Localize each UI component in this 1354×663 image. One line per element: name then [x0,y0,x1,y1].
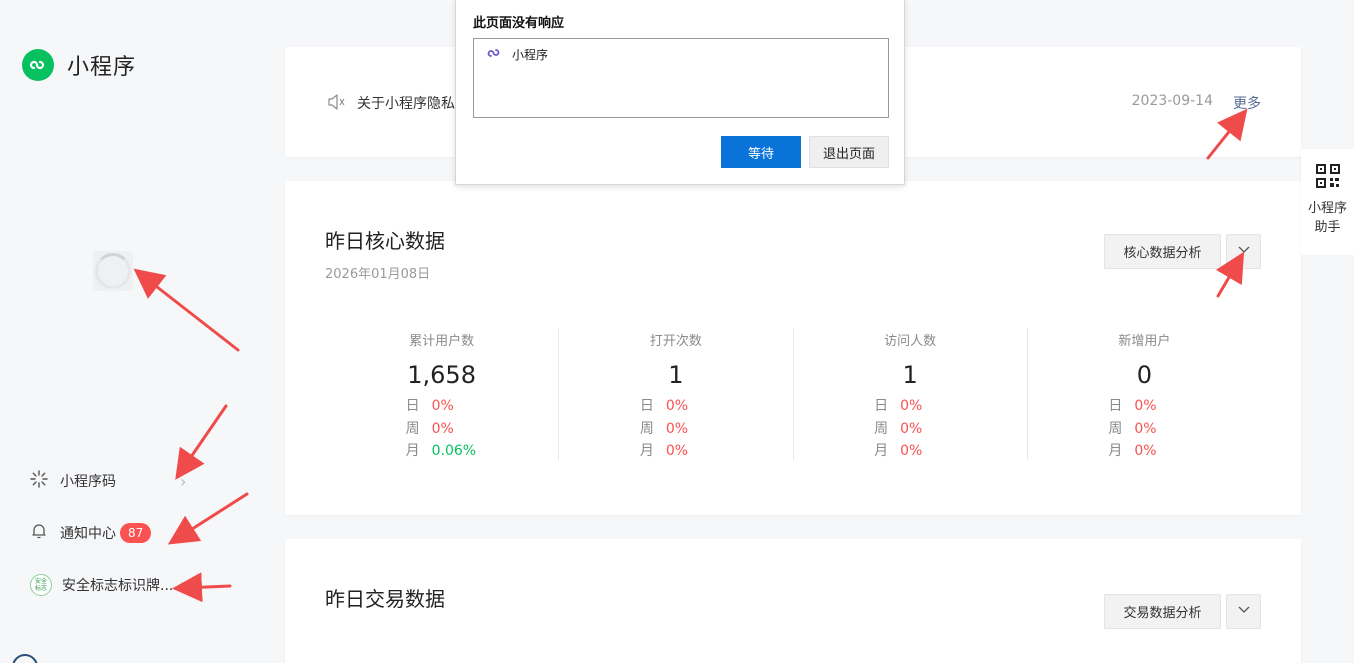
stat-opens: 打开次数 1 日 0% 周 0% 月 0% [559,328,794,460]
exit-page-button[interactable]: 退出页面 [809,136,889,168]
stat-period-label: 月 [639,443,654,459]
stat-label: 访问人数 [884,334,937,349]
stat-value: 1,658 [407,361,476,389]
stat-change: 0% [1134,398,1157,414]
trade-data-card: 昨日交易数据 交易数据分析 [285,539,1301,663]
chevron-right-icon: › [180,472,187,491]
page-unresponsive-dialog: 此页面没有响应 小程序 等待 退出页面 [455,0,905,185]
stat-period-label: 周 [639,420,654,437]
sidebar-item-qrcode[interactable]: 小程序码 [30,470,116,492]
stat-period-label: 月 [874,443,889,459]
safety-mark-icon: 安全标志 [30,574,52,596]
stat-change: 0.06% [431,443,477,459]
stat-period-label: 日 [1108,398,1123,414]
annotation-arrow [175,404,228,480]
section-title: 昨日交易数据 [325,587,445,611]
stat-change: 0% [900,398,923,414]
stat-label: 累计用户数 [409,334,475,349]
stat-change: 0% [665,420,689,437]
notice-title-link[interactable]: 关于小程序隐私 [357,93,455,113]
stat-period-label: 月 [1108,443,1123,459]
stat-change: 0% [665,398,689,414]
notice-date: 2023-09-14 [1131,93,1213,109]
notification-count-badge: 87 [120,523,152,543]
stat-period-label: 周 [1108,420,1123,437]
stat-label: 打开次数 [649,334,702,349]
sidebar-item-notifications[interactable]: 通知中心 87 [30,522,152,544]
stat-change: 0% [665,443,689,459]
stat-change: 0% [900,443,923,459]
stat-visitors: 访问人数 1 日 0% 周 0% 月 0% [794,328,1028,460]
brand: 小程序 [22,49,136,81]
stat-change: 0% [1134,420,1157,437]
avatar [12,654,38,663]
stat-period-label: 日 [405,398,420,414]
stat-period-label: 周 [874,420,889,437]
sidebar-item-label: 通知中心 [60,526,116,542]
stat-change: 0% [431,420,454,437]
loading-spinner-icon [93,251,133,291]
dialog-title: 此页面没有响应 [473,16,565,31]
stat-period-label: 日 [874,398,889,414]
stat-change: 0% [900,420,923,437]
qrcode-sparkle-icon [30,470,48,492]
brand-title: 小程序 [67,55,137,80]
sidebar-item-safety-badge[interactable]: 安全标志 安全标志标识牌... [30,574,173,596]
chevron-down-icon [1237,244,1251,259]
helper-label: 助手 [1314,220,1341,235]
stat-new-users: 新增用户 0 日 0% 周 0% 月 0% [1028,328,1261,460]
core-dropdown-button[interactable] [1226,234,1261,269]
chevron-down-icon [1237,604,1251,619]
miniprogram-link-icon [486,45,502,64]
annotation-arrow [172,572,232,603]
stat-period-label: 周 [405,420,420,437]
core-analysis-button[interactable]: 核心数据分析 [1104,234,1221,269]
miniprogram-logo-icon [22,49,54,81]
stat-period-label: 日 [639,398,654,414]
bell-icon [30,522,48,544]
stat-label: 新增用户 [1118,334,1171,349]
stat-value: 0 [1136,361,1153,389]
core-stats: 累计用户数 1,658 日 0% 周 0% 月 0.06% 打开次数 1 日 0% 周0… [325,328,1261,460]
speaker-icon [327,93,347,115]
stat-value: 1 [902,361,918,389]
dialog-app-item: 小程序 [486,45,548,64]
wait-button[interactable]: 等待 [721,136,801,168]
section-title: 昨日核心数据 [325,229,445,253]
dialog-app-list: 小程序 [473,38,889,118]
helper-label: 小程序 [1307,201,1347,216]
notice-more-link[interactable]: 更多 [1233,93,1261,113]
stat-period-label: 月 [405,443,420,459]
miniprogram-assistant-button[interactable]: 小程序 助手 [1301,149,1354,255]
stat-change: 0% [431,398,454,414]
annotation-arrow [167,492,249,545]
stat-value: 1 [668,361,684,389]
sidebar-item-label: 小程序码 [60,474,116,490]
core-data-card: 昨日核心数据 2026年01月08日 核心数据分析 累计用户数 1,658 日0… [285,181,1301,515]
chevron-right-icon: › [180,575,187,594]
stat-change: 0% [1134,443,1157,459]
annotation-arrow [133,268,240,352]
section-date: 2026年01月08日 [325,267,431,282]
trade-dropdown-button[interactable] [1226,594,1261,629]
stat-total-users: 累计用户数 1,658 日 0% 周 0% 月 0.06% [325,328,560,460]
sidebar-item-label: 安全标志标识牌... [62,578,174,594]
qrcode-icon [1315,164,1340,188]
dialog-app-name: 小程序 [512,48,549,62]
trade-analysis-button[interactable]: 交易数据分析 [1104,594,1221,629]
